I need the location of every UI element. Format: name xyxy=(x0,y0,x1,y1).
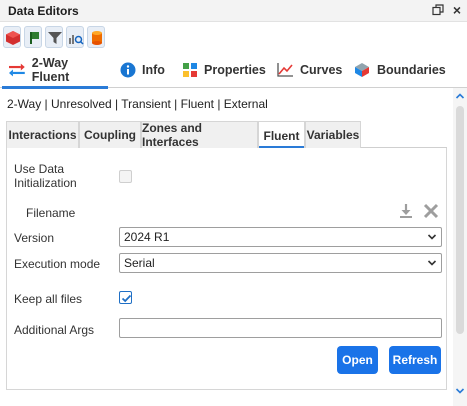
fluent-arrows-icon xyxy=(8,63,25,77)
filename-label: Filename xyxy=(26,206,76,220)
tab-label: Fluent xyxy=(263,128,300,143)
version-select[interactable]: 2024 R1 xyxy=(119,227,442,247)
main-tab-bar: 2-Way Fluent Info Properties Curves Boun… xyxy=(0,52,467,89)
tab-label: Info xyxy=(142,63,165,77)
tab-label: 2-Way Fluent xyxy=(31,56,70,84)
chevron-down-icon[interactable] xyxy=(455,386,465,396)
tab-label: Zones and Interfaces xyxy=(142,121,203,149)
execution-mode-label: Execution mode xyxy=(14,257,101,271)
version-value: 2024 R1 xyxy=(124,230,170,244)
curves-icon xyxy=(277,63,293,77)
tab-label: Boundaries xyxy=(377,63,446,77)
additional-args-label: Additional Args xyxy=(14,323,95,337)
tab-2-way-fluent[interactable]: 2-Way Fluent xyxy=(2,52,108,89)
tab-interactions[interactable]: Interactions xyxy=(6,121,79,148)
breadcrumb: 2-Way | Unresolved | Transient | Fluent … xyxy=(7,97,268,111)
icon-toolbar xyxy=(0,22,467,52)
execution-mode-select[interactable]: Serial xyxy=(119,253,442,273)
execution-mode-value: Serial xyxy=(124,256,155,270)
version-label: Version xyxy=(14,231,55,245)
scrollbar-thumb[interactable] xyxy=(456,106,464,334)
boundaries-icon xyxy=(355,63,369,77)
chevron-down-icon xyxy=(427,234,437,240)
sub-tab-bar: Interactions Coupling Zones and Interfac… xyxy=(6,121,447,149)
tab-curves[interactable]: Curves xyxy=(276,52,342,88)
checkmark-icon xyxy=(121,294,132,303)
chevron-down-icon xyxy=(427,260,437,266)
title-bar: Data Editors × xyxy=(0,0,467,22)
tab-label: Variables xyxy=(306,128,360,142)
tab-fluent[interactable]: Fluent xyxy=(258,121,305,149)
tab-label: Curves xyxy=(300,63,343,77)
info-icon xyxy=(120,62,136,78)
tab-coupling[interactable]: Coupling xyxy=(79,121,141,148)
tab-label: Interactions xyxy=(8,128,77,142)
tab-zones-and-interfaces[interactable]: Zones and Interfaces xyxy=(141,121,258,149)
chevron-up-icon[interactable] xyxy=(455,91,465,101)
red-cube-icon[interactable] xyxy=(3,26,21,48)
vertical-scrollbar[interactable] xyxy=(453,88,467,406)
restore-window-icon[interactable] xyxy=(432,4,444,16)
properties-icon xyxy=(183,63,197,77)
window-title: Data Editors xyxy=(8,4,79,18)
green-flag-icon[interactable] xyxy=(24,26,42,48)
close-icon[interactable]: × xyxy=(450,2,464,18)
keep-all-files-label: Keep all files xyxy=(14,292,83,306)
cylinder-icon[interactable] xyxy=(87,26,105,48)
filter-icon[interactable] xyxy=(45,26,63,48)
tab-info[interactable]: Info xyxy=(120,52,165,88)
tab-label: Coupling xyxy=(84,128,136,142)
search-chart-icon[interactable] xyxy=(66,26,84,48)
additional-args-input[interactable] xyxy=(119,318,442,338)
tab-boundaries[interactable]: Boundaries xyxy=(353,52,446,88)
keep-all-files-checkbox[interactable] xyxy=(119,291,132,304)
use-data-init-label: Use Data Initialization xyxy=(14,162,77,190)
tab-properties[interactable]: Properties xyxy=(182,52,266,88)
use-data-init-checkbox[interactable] xyxy=(119,170,132,183)
clear-icon[interactable] xyxy=(423,203,439,219)
download-icon[interactable] xyxy=(398,203,414,219)
open-button[interactable]: Open xyxy=(337,346,378,374)
tab-variables[interactable]: Variables xyxy=(305,121,361,148)
tab-label: Properties xyxy=(204,63,266,77)
refresh-button[interactable]: Refresh xyxy=(389,346,441,374)
